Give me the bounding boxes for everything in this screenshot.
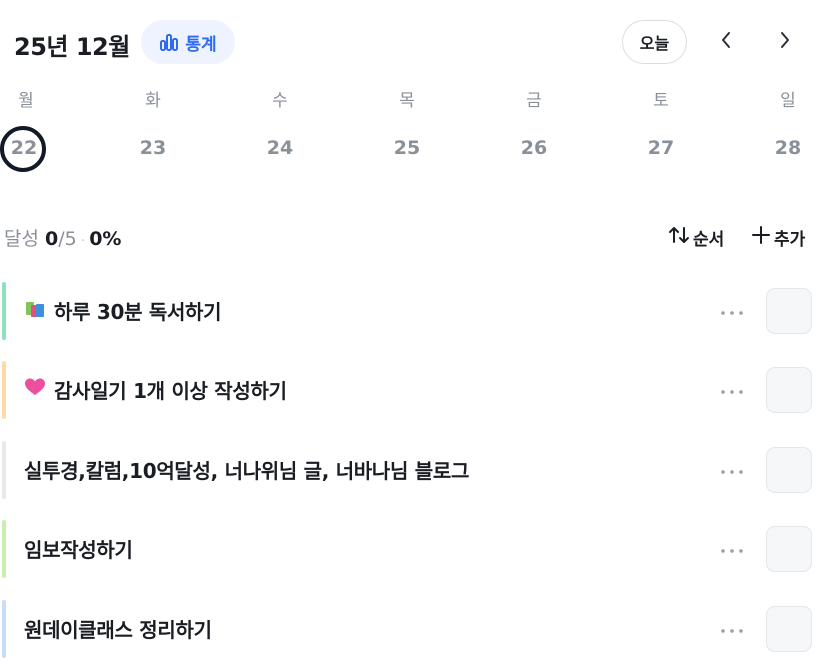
task-item[interactable]: 감사일기 1개 이상 작성하기 [0, 359, 829, 421]
summary-total: /5 [58, 228, 77, 250]
task-item[interactable]: 임보작성하기 [0, 518, 829, 580]
task-color-bar [2, 520, 6, 578]
sort-button[interactable]: 순서 [668, 225, 724, 250]
task-title: 감사일기 1개 이상 작성하기 [54, 379, 287, 403]
today-button[interactable]: 오늘 [622, 20, 687, 64]
more-horizontal-icon [720, 380, 744, 399]
task-checkbox[interactable] [766, 367, 812, 413]
task-checkbox[interactable] [766, 288, 812, 334]
weekday-label: 월 [18, 91, 34, 111]
stats-label: 통계 [185, 34, 217, 55]
task-title: 원데이클래스 정리하기 [24, 618, 212, 642]
chevron-right-icon [779, 31, 791, 53]
task-title: 실투경,칼럼,10억달성, 너나위님 글, 너바나님 블로그 [24, 459, 470, 483]
heart-icon [24, 377, 46, 402]
task-more-button[interactable] [717, 536, 747, 560]
day-23[interactable]: 23 [133, 137, 173, 159]
task-color-bar [2, 361, 6, 419]
task-item[interactable]: 실투경,칼럼,10억달성, 너나위님 글, 너바나님 블로그 [0, 439, 829, 501]
plus-icon [751, 225, 771, 250]
weekday-label: 목 [399, 91, 415, 111]
day-27[interactable]: 27 [641, 137, 681, 159]
sort-arrows-icon [668, 225, 690, 250]
task-title-wrap: 임보작성하기 [24, 534, 133, 563]
task-title-wrap: 실투경,칼럼,10억달성, 너나위님 글, 너바나님 블로그 [24, 455, 469, 484]
stats-button[interactable]: 통계 [141, 20, 235, 64]
task-checkbox[interactable] [766, 447, 812, 493]
task-more-button[interactable] [717, 457, 747, 481]
summary-dot: · [80, 233, 86, 249]
summary-done: 0 [45, 228, 59, 250]
summary-label: 달성 [4, 228, 39, 250]
weekday-label: 수 [272, 91, 288, 111]
day-22[interactable]: 22 [4, 137, 44, 159]
task-title: 임보작성하기 [24, 538, 133, 562]
task-title-wrap: 감사일기 1개 이상 작성하기 [24, 375, 287, 404]
task-item[interactable]: 원데이클래스 정리하기 [0, 598, 829, 660]
day-24[interactable]: 24 [260, 137, 300, 159]
day-26[interactable]: 26 [514, 137, 554, 159]
more-horizontal-icon [720, 460, 744, 479]
task-title-wrap: 원데이클래스 정리하기 [24, 614, 212, 643]
weekday-label: 일 [780, 91, 796, 111]
day-25[interactable]: 25 [387, 137, 427, 159]
day-28[interactable]: 28 [768, 137, 808, 159]
more-horizontal-icon [720, 301, 744, 320]
achievement-summary: 달성 0/5 · 0% [4, 224, 121, 251]
weekday-label: 화 [145, 91, 161, 111]
task-title-wrap: 하루 30분 독서하기 [24, 296, 222, 325]
more-horizontal-icon [720, 619, 744, 638]
weekday-label: 금 [526, 91, 542, 111]
task-checkbox[interactable] [766, 526, 812, 572]
more-horizontal-icon [720, 539, 744, 558]
add-label: 추가 [774, 230, 806, 250]
sort-label: 순서 [693, 230, 725, 250]
task-color-bar [2, 441, 6, 499]
task-more-button[interactable] [717, 616, 747, 640]
next-week-button[interactable] [772, 28, 798, 56]
chevron-left-icon [720, 31, 732, 53]
bar-chart-icon [159, 32, 179, 52]
task-more-button[interactable] [717, 377, 747, 401]
month-title: 25년 12월 [14, 33, 130, 61]
prev-week-button[interactable] [713, 28, 739, 56]
task-checkbox[interactable] [766, 606, 812, 652]
task-color-bar [2, 600, 6, 658]
task-title: 하루 30분 독서하기 [54, 300, 222, 324]
summary-percent: 0% [89, 228, 122, 250]
task-more-button[interactable] [717, 298, 747, 322]
task-item[interactable]: 하루 30분 독서하기 [0, 280, 829, 342]
books-icon [24, 298, 46, 323]
weekday-label: 토 [653, 91, 669, 111]
calendar-header: 25년 12월 통계 오늘 [0, 0, 829, 90]
task-color-bar [2, 282, 6, 340]
add-task-button[interactable]: 추가 [751, 225, 805, 250]
